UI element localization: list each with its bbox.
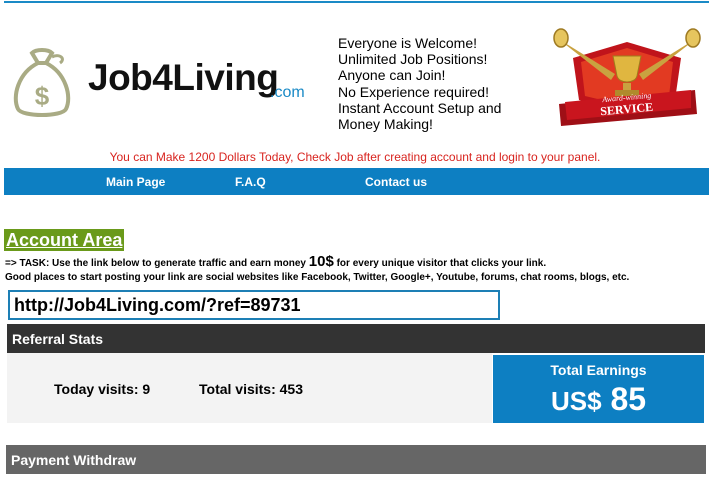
- nav-contact[interactable]: Contact us: [365, 175, 427, 189]
- top-border-line: [4, 1, 709, 3]
- feature-item: No Experience required!: [338, 83, 489, 100]
- logo-suffix: .com: [270, 84, 305, 101]
- task-text: => TASK: Use the link below to generate …: [5, 253, 630, 285]
- money-bag-icon: $: [13, 48, 71, 117]
- logo-name: Job4Living: [88, 57, 279, 98]
- feature-item: Everyone is Welcome!: [338, 35, 478, 51]
- earnings-amount: 85: [610, 381, 647, 417]
- feature-item: Unlimited Job Positions!: [338, 51, 488, 68]
- referral-link-input[interactable]: [8, 290, 500, 320]
- feature-item: Money Making!: [338, 116, 433, 133]
- account-area-title: Account Area: [4, 229, 125, 251]
- nav-bar: Main Page F.A.Q Contact us: [4, 168, 709, 195]
- feature-item: Instant Account Setup and: [338, 99, 502, 116]
- places-line: Good places to start posting your link a…: [5, 272, 630, 283]
- today-visits: Today visits: 9: [54, 381, 151, 397]
- referral-stats-title: Referral Stats: [12, 331, 104, 347]
- feature-list: Everyone is Welcome! Unlimited Job Posit…: [338, 35, 501, 132]
- task-line: => TASK: Use the link below to generate …: [5, 253, 629, 271]
- total-visits: Total visits: 453: [199, 381, 304, 397]
- award-trophy-icon: Award-winning SERVICE: [553, 28, 701, 126]
- total-earnings-box: Total Earnings US$ 85: [493, 355, 704, 423]
- earnings-currency: US$: [550, 386, 602, 416]
- payment-withdraw-title: Payment Withdraw: [11, 452, 137, 468]
- nav-faq[interactable]: F.A.Q: [235, 175, 266, 189]
- nav-main-page[interactable]: Main Page: [106, 175, 165, 189]
- promo-text: You can Make 1200 Dollars Today, Check J…: [109, 150, 601, 164]
- total-earnings-value: US$ 85: [493, 381, 704, 418]
- payment-withdraw-header: Payment Withdraw: [6, 445, 706, 474]
- referral-stats-header: Referral Stats: [7, 324, 705, 353]
- total-earnings-label: Total Earnings: [550, 362, 647, 378]
- feature-item: Anyone can Join!: [338, 67, 446, 84]
- task-amount: 10$: [308, 253, 334, 270]
- task-prefix: => TASK: Use the link below to generate …: [5, 258, 309, 269]
- task-suffix: for every unique visitor that clicks you…: [333, 258, 547, 269]
- svg-text:$: $: [35, 81, 50, 111]
